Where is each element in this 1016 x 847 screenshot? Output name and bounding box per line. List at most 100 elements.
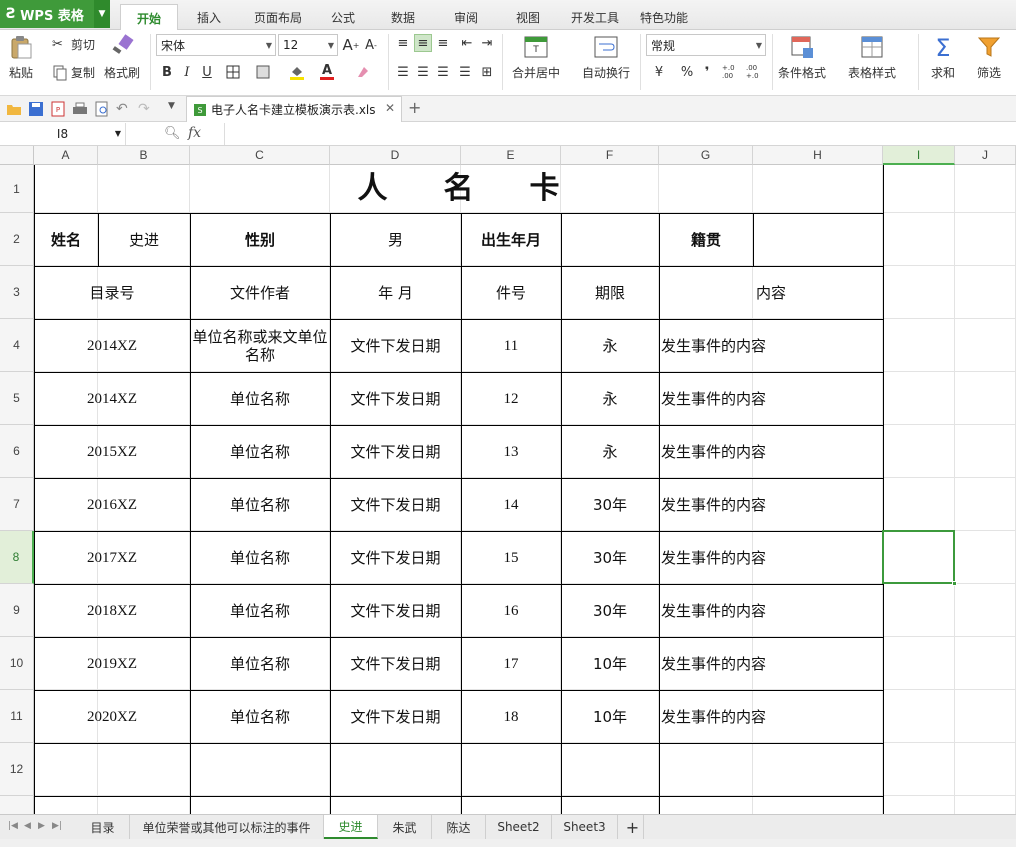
row-header[interactable]: 10: [0, 637, 34, 690]
record-cell[interactable]: 文件下发日期: [330, 584, 461, 637]
justify-icon[interactable]: ☰: [456, 63, 474, 81]
row-header[interactable]: 9: [0, 584, 34, 637]
column-title[interactable]: 内容: [659, 266, 883, 319]
record-cell[interactable]: 2015XZ: [34, 425, 190, 478]
column-header[interactable]: D: [330, 146, 461, 165]
table-style-button[interactable]: 表格样式: [848, 34, 896, 81]
record-cell[interactable]: 发生事件的内容: [659, 531, 883, 584]
name-value[interactable]: 史进: [98, 213, 190, 266]
sheet-tab[interactable]: Sheet3: [552, 815, 618, 839]
empty-cell[interactable]: [330, 743, 461, 796]
record-cell[interactable]: 发生事件的内容: [659, 637, 883, 690]
menu-tab[interactable]: 审阅: [438, 4, 494, 30]
italic-button[interactable]: I: [178, 63, 196, 81]
row-header[interactable]: 3: [0, 266, 34, 319]
record-cell[interactable]: 文件下发日期: [330, 637, 461, 690]
record-cell[interactable]: 文件下发日期: [330, 425, 461, 478]
native-place-label[interactable]: 籍贯: [659, 213, 753, 266]
column-title[interactable]: 目录号: [34, 266, 190, 319]
paste-button[interactable]: 粘贴: [8, 34, 34, 81]
zoom-icon[interactable]: 🔍︎: [164, 126, 181, 141]
column-title[interactable]: 文件作者: [190, 266, 330, 319]
document-tab[interactable]: S 电子人名卡建立模板演示表.xls ✕: [186, 96, 402, 122]
record-cell[interactable]: 单位名称: [190, 425, 330, 478]
record-cell[interactable]: 2017XZ: [34, 531, 190, 584]
record-cell[interactable]: 12: [461, 372, 561, 425]
record-cell[interactable]: 发生事件的内容: [659, 319, 883, 372]
record-cell[interactable]: 永: [561, 319, 659, 372]
birth-value[interactable]: [561, 213, 659, 266]
font-color-icon[interactable]: A: [318, 63, 336, 81]
undo-icon[interactable]: ↶: [116, 101, 132, 117]
record-cell[interactable]: 永: [561, 425, 659, 478]
row-header[interactable]: 4: [0, 319, 34, 372]
fill-color-icon[interactable]: [288, 63, 306, 81]
font-size-select[interactable]: 12 ▼: [278, 34, 338, 56]
last-sheet-icon[interactable]: ▶|: [52, 821, 62, 831]
first-sheet-icon[interactable]: |◀: [8, 821, 18, 831]
record-cell[interactable]: 文件下发日期: [330, 372, 461, 425]
record-cell[interactable]: 16: [461, 584, 561, 637]
menu-tab[interactable]: 开发工具: [560, 4, 630, 30]
row-header[interactable]: 2: [0, 213, 34, 266]
close-icon[interactable]: ✕: [385, 101, 395, 115]
increase-decimal-button[interactable]: +.0 .00: [722, 63, 744, 81]
sheet-tab[interactable]: 朱武: [378, 815, 432, 839]
menu-tab[interactable]: 开始: [120, 4, 178, 31]
sum-button[interactable]: Σ 求和: [930, 34, 956, 81]
bold-button[interactable]: B: [158, 63, 176, 81]
column-header[interactable]: A: [34, 146, 98, 165]
add-sheet-icon[interactable]: +: [622, 815, 644, 839]
record-cell[interactable]: 2014XZ: [34, 372, 190, 425]
underline-button[interactable]: U: [198, 63, 216, 81]
record-cell[interactable]: 30年: [561, 478, 659, 531]
record-cell[interactable]: 2020XZ: [34, 690, 190, 743]
print-preview-icon[interactable]: [94, 101, 110, 117]
column-title[interactable]: 年 月: [330, 266, 461, 319]
record-cell[interactable]: 发生事件的内容: [659, 584, 883, 637]
row-header[interactable]: 7: [0, 478, 34, 531]
distributed-icon[interactable]: ⊞: [478, 63, 496, 81]
record-cell[interactable]: 发生事件的内容: [659, 372, 883, 425]
menu-tab[interactable]: 视图: [498, 4, 558, 30]
row-header[interactable]: 1: [0, 165, 34, 213]
function-icon[interactable]: fx: [188, 125, 201, 141]
record-cell[interactable]: 30年: [561, 584, 659, 637]
open-folder-icon[interactable]: [6, 101, 22, 117]
save-icon[interactable]: [28, 101, 44, 117]
align-center-icon[interactable]: ☰: [414, 63, 432, 81]
selected-cell[interactable]: [882, 530, 957, 586]
sheet-tab[interactable]: 陈达: [432, 815, 486, 839]
record-cell[interactable]: 15: [461, 531, 561, 584]
column-header[interactable]: J: [955, 146, 1016, 165]
percent-button[interactable]: %: [678, 63, 696, 81]
increase-indent-icon[interactable]: ⇥: [478, 34, 496, 52]
record-cell[interactable]: 单位名称: [190, 372, 330, 425]
font-name-select[interactable]: 宋体 ▼: [156, 34, 276, 56]
next-sheet-icon[interactable]: ▶: [38, 821, 45, 831]
record-cell[interactable]: 单位名称: [190, 690, 330, 743]
sheet-tab[interactable]: 单位荣誉或其他可以标注的事件: [130, 815, 324, 839]
record-cell[interactable]: 文件下发日期: [330, 531, 461, 584]
increase-font-icon[interactable]: A +: [342, 36, 360, 54]
customize-dropdown-icon[interactable]: ▼: [168, 101, 184, 117]
native-place-value[interactable]: [753, 213, 883, 266]
row-header[interactable]: 6: [0, 425, 34, 478]
empty-cell[interactable]: [190, 743, 330, 796]
clear-format-icon[interactable]: [354, 63, 372, 81]
record-cell[interactable]: 永: [561, 372, 659, 425]
redo-icon[interactable]: ↷: [138, 101, 154, 117]
row-header[interactable]: 11: [0, 690, 34, 743]
print-icon[interactable]: [72, 101, 88, 117]
sheet-title[interactable]: 人名卡: [34, 165, 883, 213]
record-cell[interactable]: 发生事件的内容: [659, 690, 883, 743]
prev-sheet-icon[interactable]: ◀: [24, 821, 31, 831]
copy-button[interactable]: 复制: [52, 64, 95, 81]
record-cell[interactable]: 发生事件的内容: [659, 425, 883, 478]
wrap-text-button[interactable]: 自动换行: [582, 34, 630, 81]
empty-cell[interactable]: [34, 743, 190, 796]
select-all-corner[interactable]: [0, 146, 34, 165]
conditional-format-button[interactable]: 条件格式: [778, 34, 826, 81]
column-header[interactable]: E: [461, 146, 561, 165]
column-title[interactable]: 期限: [561, 266, 659, 319]
